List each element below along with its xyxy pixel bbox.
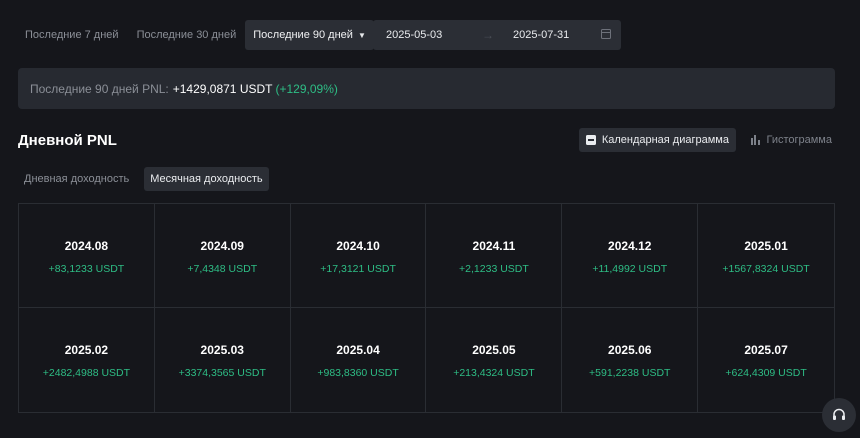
month-label: 2025.01 <box>744 239 788 253</box>
month-cell[interactable]: 2025.02 +2482,4988 USDT <box>19 308 155 412</box>
month-label: 2025.05 <box>472 343 516 357</box>
section-title: Дневной PNL <box>18 132 117 149</box>
month-pnl: +83,1233 USDT <box>48 263 125 275</box>
monthly-pnl-grid: 2024.08 +83,1233 USDT 2024.09 +7,4348 USDT… <box>18 203 835 413</box>
month-label: 2024.08 <box>64 239 109 253</box>
month-cell[interactable]: 2025.06 +591,2238 USDT <box>562 308 699 412</box>
yield-tabs: Дневная доходность Месячная доходность <box>18 167 269 191</box>
month-pnl: +3374,3565 USDT <box>178 367 266 379</box>
month-pnl: +17,3121 USDT <box>320 263 396 275</box>
histogram-view-button[interactable]: Гистограмма <box>744 128 832 152</box>
calendar-icon[interactable] <box>601 29 611 39</box>
month-pnl: +11,4992 USDT <box>592 263 668 275</box>
month-cell[interactable]: 2025.05 +213,4324 USDT <box>426 308 563 412</box>
summary-value: +1429,0871 USDT <box>172 81 273 96</box>
month-cell[interactable]: 2024.08 +83,1233 USDT <box>19 204 155 308</box>
headset-icon <box>833 408 845 420</box>
month-label: 2025.03 <box>200 343 244 357</box>
bar-chart-icon <box>750 135 762 145</box>
month-label: 2024.12 <box>608 239 652 253</box>
month-cell[interactable]: 2024.09 +7,4348 USDT <box>154 204 291 308</box>
chevron-down-icon: ▼ <box>357 30 366 40</box>
month-label: 2024.10 <box>336 239 380 253</box>
month-cell[interactable]: 2024.10 +17,3121 USDT <box>290 204 427 308</box>
month-cell[interactable]: 2025.04 +983,8360 USDT <box>291 308 427 412</box>
support-chat-button[interactable] <box>822 398 856 432</box>
month-pnl: +624,4309 USDT <box>725 367 807 379</box>
range-7-days-button[interactable]: Последние 7 дней <box>18 20 126 50</box>
range-dropdown-label: Последние 90 дней <box>253 29 353 41</box>
summary-percent: (+129,09%) <box>275 81 338 96</box>
calendar-view-button[interactable]: Календарная диаграмма <box>578 128 736 152</box>
view-toggle: Календарная диаграмма Гистограмма <box>578 128 832 152</box>
date-end-field[interactable]: 2025-07-31 <box>513 29 569 41</box>
month-label: 2025.04 <box>336 343 380 357</box>
month-label: 2024.09 <box>200 239 244 253</box>
month-pnl: +983,8360 USDT <box>317 367 399 379</box>
calendar-view-label: Календарная диаграмма <box>601 134 729 146</box>
calendar-chart-icon <box>585 135 596 145</box>
month-pnl: +1567,8324 USDT <box>722 263 810 275</box>
month-label: 2024.11 <box>472 239 516 253</box>
range-30-days-button[interactable]: Последние 30 дней <box>130 20 244 50</box>
month-cell[interactable]: 2024.12 +11,4992 USDT <box>562 204 699 308</box>
month-label: 2025.02 <box>64 343 109 357</box>
month-pnl: +2482,4988 USDT <box>42 367 131 379</box>
month-pnl: +7,4348 USDT <box>187 263 258 275</box>
range-90-days-dropdown[interactable]: Последние 90 дней ▼ <box>245 20 374 50</box>
tab-monthly-yield[interactable]: Месячная доходность <box>144 167 269 191</box>
month-pnl: +591,2238 USDT <box>589 367 671 379</box>
histogram-view-label: Гистограмма <box>766 134 832 146</box>
month-cell[interactable]: 2025.01 +1567,8324 USDT <box>698 204 834 308</box>
arrow-right-icon: → <box>482 28 494 42</box>
month-cell[interactable]: 2025.07 +624,4309 USDT <box>698 308 834 412</box>
month-cell[interactable]: 2025.03 +3374,3565 USDT <box>155 308 291 412</box>
tab-daily-yield[interactable]: Дневная доходность <box>18 167 135 191</box>
date-range-picker[interactable]: 2025-05-03 → 2025-07-31 <box>373 20 621 50</box>
summary-label: Последние 90 дней PNL: <box>30 81 169 96</box>
month-pnl: +2,1233 USDT <box>459 263 529 275</box>
month-label: 2025.07 <box>744 343 788 357</box>
month-label: 2025.06 <box>608 343 652 357</box>
month-cell[interactable]: 2024.11 +2,1233 USDT <box>426 204 563 308</box>
date-start-field[interactable]: 2025-05-03 <box>386 29 442 41</box>
pnl-summary-bar: Последние 90 дней PNL: +1429,0871 USDT (… <box>18 68 835 109</box>
month-pnl: +213,4324 USDT <box>453 367 535 379</box>
range-filter-bar: Последние 7 дней Последние 30 дней После… <box>18 20 374 50</box>
pnl-page: Последние 7 дней Последние 30 дней После… <box>0 0 860 438</box>
